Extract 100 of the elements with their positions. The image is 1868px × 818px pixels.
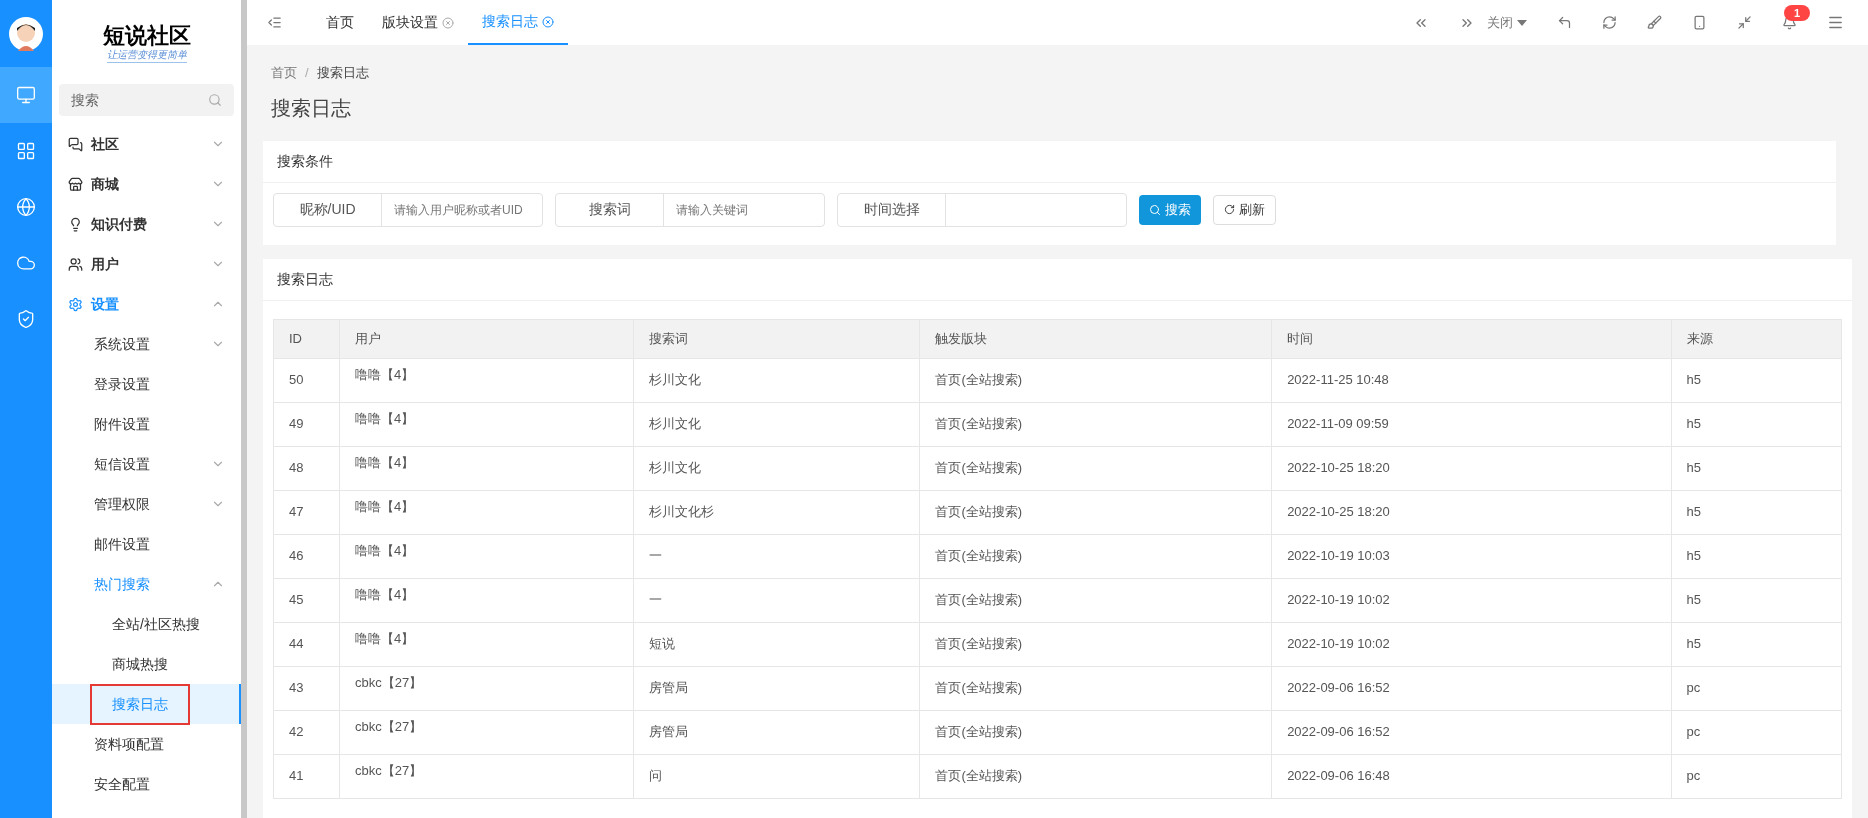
table-cell: h5 (1671, 578, 1842, 622)
menu-item[interactable]: 附件设置 (52, 404, 241, 444)
menu-item[interactable]: 管理权限 (52, 484, 241, 524)
filter-field[interactable]: 搜索词 请输入关键词 (555, 192, 825, 227)
menu-item[interactable]: 系统设置 (52, 324, 241, 364)
globe-icon (16, 197, 36, 217)
filter-field[interactable]: 昵称/UID 请输入用户昵称或者UID (273, 192, 543, 227)
table-cell: 房管局 (633, 666, 920, 710)
table-cell: h5 (1671, 534, 1842, 578)
table-cell: 2022-10-19 10:03 (1271, 534, 1672, 578)
table-cell: 首页(全站搜索) (919, 666, 1272, 710)
table-cell: 47 (273, 490, 340, 534)
table-cell: 噜噜【4】 (339, 490, 633, 534)
table-cell: 2022-09-06 16:52 (1271, 666, 1672, 710)
table-cell: h5 (1671, 622, 1842, 666)
table-cell: 首页(全站搜索) (919, 754, 1272, 798)
table-cell: 43 (273, 666, 340, 710)
table-cell: cbkc【27】 (339, 666, 633, 710)
return-icon[interactable] (1557, 15, 1572, 30)
close-icon[interactable] (542, 15, 554, 28)
menu-item[interactable]: 登录设置 (52, 364, 241, 404)
table-cell: cbkc【27】 (339, 754, 633, 798)
tab[interactable]: 首页 (312, 0, 368, 45)
collapse-menu-icon[interactable] (267, 15, 282, 30)
table-cell: 短说 (633, 622, 920, 666)
brush-icon[interactable] (1647, 15, 1662, 30)
table-cell: 首页(全站搜索) (919, 534, 1272, 578)
menu-item[interactable]: 安全配置 (52, 764, 241, 804)
close-icon[interactable] (442, 16, 454, 29)
menu-item[interactable]: 全站/社区热搜 (52, 604, 241, 644)
table-cell: 首页(全站搜索) (919, 490, 1272, 534)
table-cell: 41 (273, 754, 340, 798)
table-cell: 49 (273, 402, 340, 446)
table-cell: 噜噜【4】 (339, 446, 633, 490)
menu-icon[interactable] (1827, 14, 1844, 31)
table-cell: 杉川文化 (633, 446, 920, 490)
table-cell: h5 (1671, 358, 1842, 402)
table-cell: 噜噜【4】 (339, 622, 633, 666)
table-cell: 2022-09-06 16:52 (1271, 710, 1672, 754)
close-dropdown[interactable]: 关闭 (1487, 12, 1527, 33)
menu-item[interactable]: 资料项配置 (52, 724, 241, 764)
caret-icon (1517, 19, 1527, 26)
table-cell: h5 (1671, 490, 1842, 534)
page-title: 搜索日志 (271, 95, 352, 121)
table-cell: 2022-11-09 09:59 (1271, 402, 1672, 446)
search-icon (1149, 203, 1161, 216)
menu-item[interactable]: 用户 (52, 244, 241, 284)
card-title: 搜索条件 (263, 140, 1836, 183)
menu-item[interactable]: 商城热搜 (52, 644, 241, 684)
table-cell: 噜噜【4】 (339, 358, 633, 402)
table-cell: 噜噜【4】 (339, 534, 633, 578)
table-cell: 46 (273, 534, 340, 578)
column-header: 触发版块 (919, 319, 1272, 358)
table-cell: 首页(全站搜索) (919, 402, 1272, 446)
menu-item[interactable]: 社区 (52, 124, 241, 164)
breadcrumb-item: 搜索日志 (316, 64, 369, 82)
table-cell: 2022-10-25 18:20 (1271, 446, 1672, 490)
phone-icon[interactable] (1692, 15, 1707, 30)
breadcrumb-separator: / (305, 64, 309, 82)
table-cell: 房管局 (633, 710, 920, 754)
table-cell: 一 (633, 578, 920, 622)
column-header: ID (273, 319, 340, 358)
table-cell: 首页(全站搜索) (919, 358, 1272, 402)
search-icon (208, 93, 222, 107)
table-cell: 45 (273, 578, 340, 622)
tab[interactable]: 版块设置 (368, 0, 468, 45)
menu-item[interactable]: 知识付费 (52, 204, 241, 244)
column-header: 时间 (1271, 319, 1672, 358)
table-cell: 杉川文化 (633, 358, 920, 402)
table-cell: 2022-11-25 10:48 (1271, 358, 1672, 402)
refresh-icon[interactable] (1602, 15, 1617, 30)
menu-item[interactable]: 短信设置 (52, 444, 241, 484)
table-cell: 问 (633, 754, 920, 798)
table-cell: 2022-10-19 10:02 (1271, 622, 1672, 666)
logo-slogan: 让运营变得更简单 (106, 49, 187, 63)
table-cell: 2022-10-19 10:02 (1271, 578, 1672, 622)
search-field[interactable]: 搜索 (59, 84, 234, 116)
store-icon (68, 176, 83, 192)
users-icon (68, 256, 83, 272)
column-header: 搜索词 (633, 319, 920, 358)
chat-icon (68, 136, 83, 152)
gear-icon (68, 296, 83, 312)
filter-field[interactable]: 时间选择 (837, 192, 1127, 227)
table-cell: 杉川文化 (633, 402, 920, 446)
menu-item[interactable]: 商城 (52, 164, 241, 204)
table-cell: 42 (273, 710, 340, 754)
table-cell: 首页(全站搜索) (919, 710, 1272, 754)
table-cell: 2022-09-06 16:48 (1271, 754, 1672, 798)
table-cell: h5 (1671, 402, 1842, 446)
column-header: 用户 (339, 319, 633, 358)
notification-badge: 1 (1784, 5, 1811, 21)
grid-icon (16, 141, 36, 161)
menu-item[interactable]: 邮件设置 (52, 524, 241, 564)
table-cell: 44 (273, 622, 340, 666)
shield-check-icon (16, 309, 36, 329)
card-title: 搜索日志 (263, 258, 1852, 301)
breadcrumb-item[interactable]: 首页 (271, 63, 297, 83)
table-cell: 杉川文化杉 (633, 490, 920, 534)
refresh-button[interactable]: 刷新 (1213, 194, 1276, 225)
table-cell: 48 (273, 446, 340, 490)
